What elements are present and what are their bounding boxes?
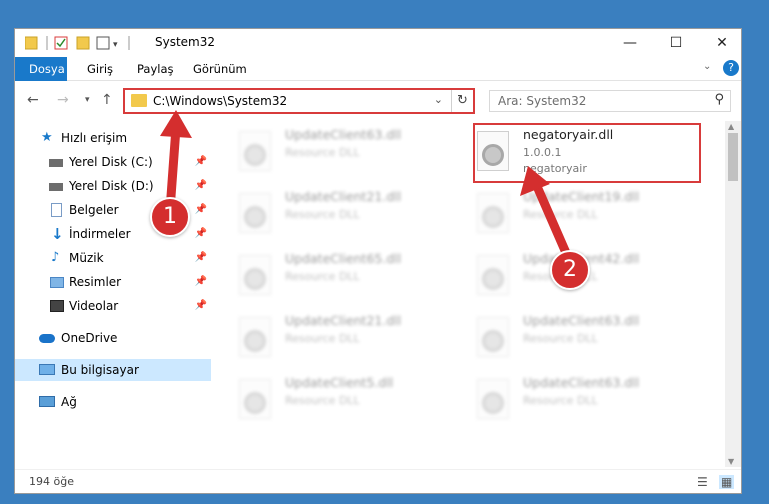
arrow-1-head: [160, 110, 192, 138]
annotation-badge-1: 1: [150, 197, 190, 237]
annotation-arrows: [160, 110, 575, 267]
annotation-badge-2: 2: [550, 250, 590, 290]
